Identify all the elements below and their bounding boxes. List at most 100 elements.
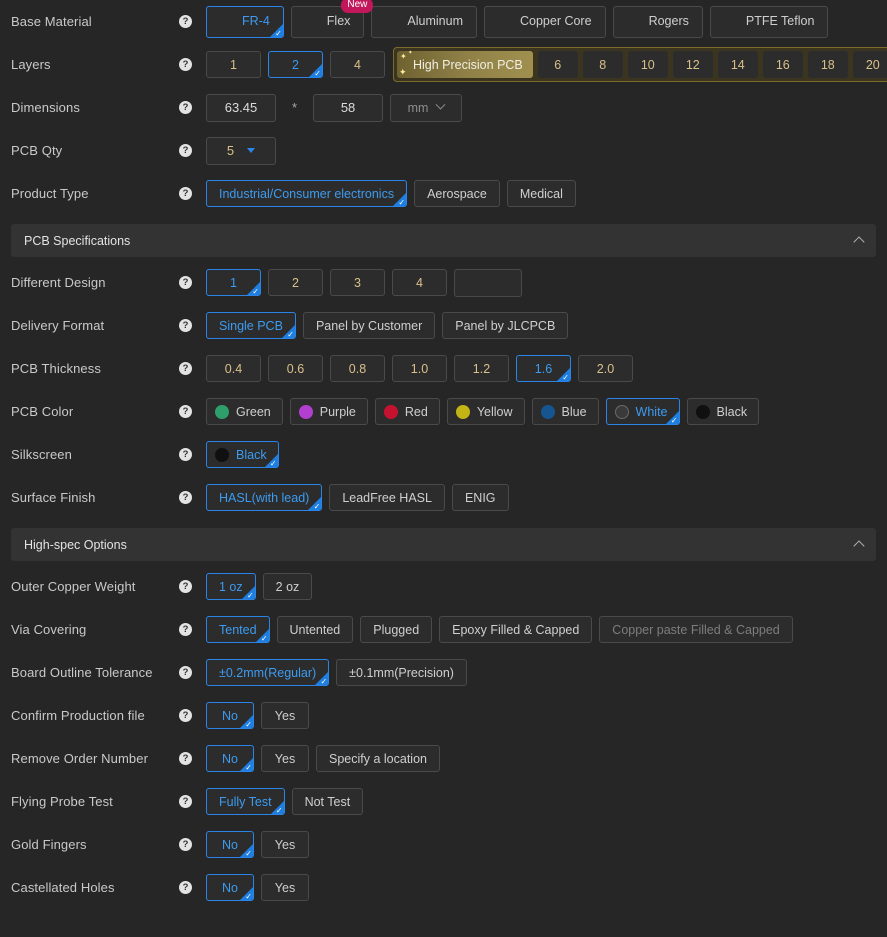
help-icon-product-type[interactable]: ? [179, 187, 192, 200]
option-thickness-1-2[interactable]: 1.2 [454, 355, 509, 382]
option-layers-14[interactable]: 14 [717, 51, 758, 78]
option-medical[interactable]: Medical [506, 180, 576, 207]
help-icon-pcb-qty[interactable]: ? [179, 144, 192, 157]
option-castellated-holes-yes[interactable]: Yes [261, 874, 309, 901]
color-swatch-black [695, 404, 710, 419]
option-layers-16[interactable]: 16 [762, 51, 803, 78]
option-thickness-2-0[interactable]: 2.0 [578, 355, 633, 382]
option-aluminum[interactable]: Aluminum [371, 5, 477, 38]
option-via-untented[interactable]: Untented [276, 616, 354, 643]
option-color-blue[interactable]: Blue [531, 398, 599, 425]
option-confirm-production-no[interactable]: No [206, 702, 254, 729]
label-dimensions: Dimensions [11, 100, 80, 115]
option-confirm-production-yes[interactable]: Yes [261, 702, 309, 729]
option-aerospace[interactable]: Aerospace [414, 180, 500, 207]
option-thickness-0-8[interactable]: 0.8 [330, 355, 385, 382]
help-icon-pcb-color[interactable]: ? [179, 405, 192, 418]
option-ptfe-teflon[interactable]: PTFE Teflon [709, 5, 829, 38]
help-icon-pcb-thickness[interactable]: ? [179, 362, 192, 375]
option-gold-fingers-no[interactable]: No [206, 831, 254, 858]
option-fully-test[interactable]: Fully Test [206, 788, 285, 815]
help-icon-board-outline-tolerance[interactable]: ? [179, 666, 192, 679]
chevron-up-icon[interactable] [853, 540, 865, 552]
option-layers-1[interactable]: 1 [206, 51, 261, 78]
option-not-test[interactable]: Not Test [291, 788, 364, 815]
dimension-unit-select[interactable]: mm [390, 93, 463, 122]
option-enig[interactable]: ENIG [451, 484, 509, 511]
option-single-pcb[interactable]: Single PCB [206, 312, 296, 339]
option-flex[interactable]: New Flex [290, 0, 374, 38]
row-via-covering: Via Covering ? Tented Untented Plugged E… [0, 608, 887, 651]
option-remove-order-specify-location[interactable]: Specify a location [316, 745, 440, 772]
option-layers-6[interactable]: 6 [537, 51, 578, 78]
help-icon-flying-probe-test[interactable]: ? [179, 795, 192, 808]
help-icon-dimensions[interactable]: ? [179, 101, 192, 114]
option-fr4-label: FR-4 [242, 14, 270, 29]
help-icon-delivery-format[interactable]: ? [179, 319, 192, 332]
option-color-yellow[interactable]: Yellow [446, 398, 525, 425]
high-precision-pcb-text: High Precision PCB [413, 57, 523, 72]
option-panel-by-customer[interactable]: Panel by Customer [302, 312, 436, 339]
option-fr4[interactable]: FR-4 [206, 5, 284, 38]
option-leadfree-hasl[interactable]: LeadFree HASL [329, 484, 445, 511]
option-silkscreen-black[interactable]: Black [206, 441, 279, 468]
option-thickness-0-4[interactable]: 0.4 [206, 355, 261, 382]
option-layers-18[interactable]: 18 [807, 51, 848, 78]
option-thickness-1-6[interactable]: 1.6 [516, 355, 571, 382]
option-copper-2-oz[interactable]: 2 oz [262, 573, 313, 600]
pcb-qty-select[interactable]: 5 [206, 136, 276, 165]
help-icon-silkscreen[interactable]: ? [179, 448, 192, 461]
option-via-tented[interactable]: Tented [206, 616, 270, 643]
section-header-high-spec-options[interactable]: High-spec Options [11, 528, 876, 561]
option-tolerance-precision[interactable]: ±0.1mm(Precision) [336, 659, 467, 686]
option-color-purple[interactable]: Purple [289, 398, 368, 425]
dimension-width-input[interactable] [206, 93, 276, 122]
option-layers-4[interactable]: 4 [330, 51, 385, 78]
option-layers-2[interactable]: 2 [268, 51, 323, 78]
option-color-green[interactable]: Green [206, 398, 283, 425]
help-icon-via-covering[interactable]: ? [179, 623, 192, 636]
option-via-copper-paste-filled-capped[interactable]: Copper paste Filled & Capped [599, 616, 793, 643]
option-design-2[interactable]: 2 [268, 269, 323, 296]
option-layers-12[interactable]: 12 [672, 51, 713, 78]
option-tolerance-regular[interactable]: ±0.2mm(Regular) [206, 659, 330, 686]
option-thickness-0-6[interactable]: 0.6 [268, 355, 323, 382]
help-icon-castellated-holes[interactable]: ? [179, 881, 192, 894]
help-icon-gold-fingers[interactable]: ? [179, 838, 192, 851]
option-design-1[interactable]: 1 [206, 269, 261, 296]
option-via-plugged[interactable]: Plugged [360, 616, 433, 643]
option-copper-core[interactable]: Copper Core [483, 5, 606, 38]
section-header-pcb-specifications[interactable]: PCB Specifications [11, 224, 876, 257]
option-remove-order-no[interactable]: No [206, 745, 254, 772]
different-design-custom-input[interactable] [454, 268, 522, 297]
option-color-black[interactable]: Black [686, 398, 760, 425]
option-panel-by-jlcpcb[interactable]: Panel by JLCPCB [442, 312, 569, 339]
option-color-white[interactable]: White [605, 398, 680, 425]
option-design-4[interactable]: 4 [392, 269, 447, 296]
help-icon-surface-finish[interactable]: ? [179, 491, 192, 504]
option-layers-10[interactable]: 10 [627, 51, 668, 78]
help-icon-confirm-production-file[interactable]: ? [179, 709, 192, 722]
option-via-epoxy-filled-capped[interactable]: Epoxy Filled & Capped [439, 616, 593, 643]
help-icon-base-material[interactable]: ? [179, 15, 192, 28]
option-color-red[interactable]: Red [374, 398, 440, 425]
row-silkscreen: Silkscreen ? Black [0, 433, 887, 476]
option-thickness-1-0[interactable]: 1.0 [392, 355, 447, 382]
help-icon-outer-copper-weight[interactable]: ? [179, 580, 192, 593]
option-design-3[interactable]: 3 [330, 269, 385, 296]
option-industrial-consumer-electronics[interactable]: Industrial/Consumer electronics [206, 180, 408, 207]
option-layers-8[interactable]: 8 [582, 51, 623, 78]
dimension-height-input[interactable] [313, 93, 384, 122]
help-icon-layers[interactable]: ? [179, 58, 192, 71]
help-icon-different-design[interactable]: ? [179, 276, 192, 289]
option-remove-order-yes[interactable]: Yes [261, 745, 309, 772]
option-copper-1-oz[interactable]: 1 oz [206, 573, 256, 600]
option-hasl-with-lead[interactable]: HASL(with lead) [206, 484, 323, 511]
chevron-up-icon[interactable] [853, 236, 865, 248]
high-precision-pcb-label[interactable]: ✦ ✦ ✦ High Precision PCB [397, 50, 533, 78]
help-icon-remove-order-number[interactable]: ? [179, 752, 192, 765]
option-castellated-holes-no[interactable]: No [206, 874, 254, 901]
option-gold-fingers-yes[interactable]: Yes [261, 831, 309, 858]
option-layers-20[interactable]: 20 [852, 51, 887, 78]
option-rogers[interactable]: Rogers [612, 5, 703, 38]
